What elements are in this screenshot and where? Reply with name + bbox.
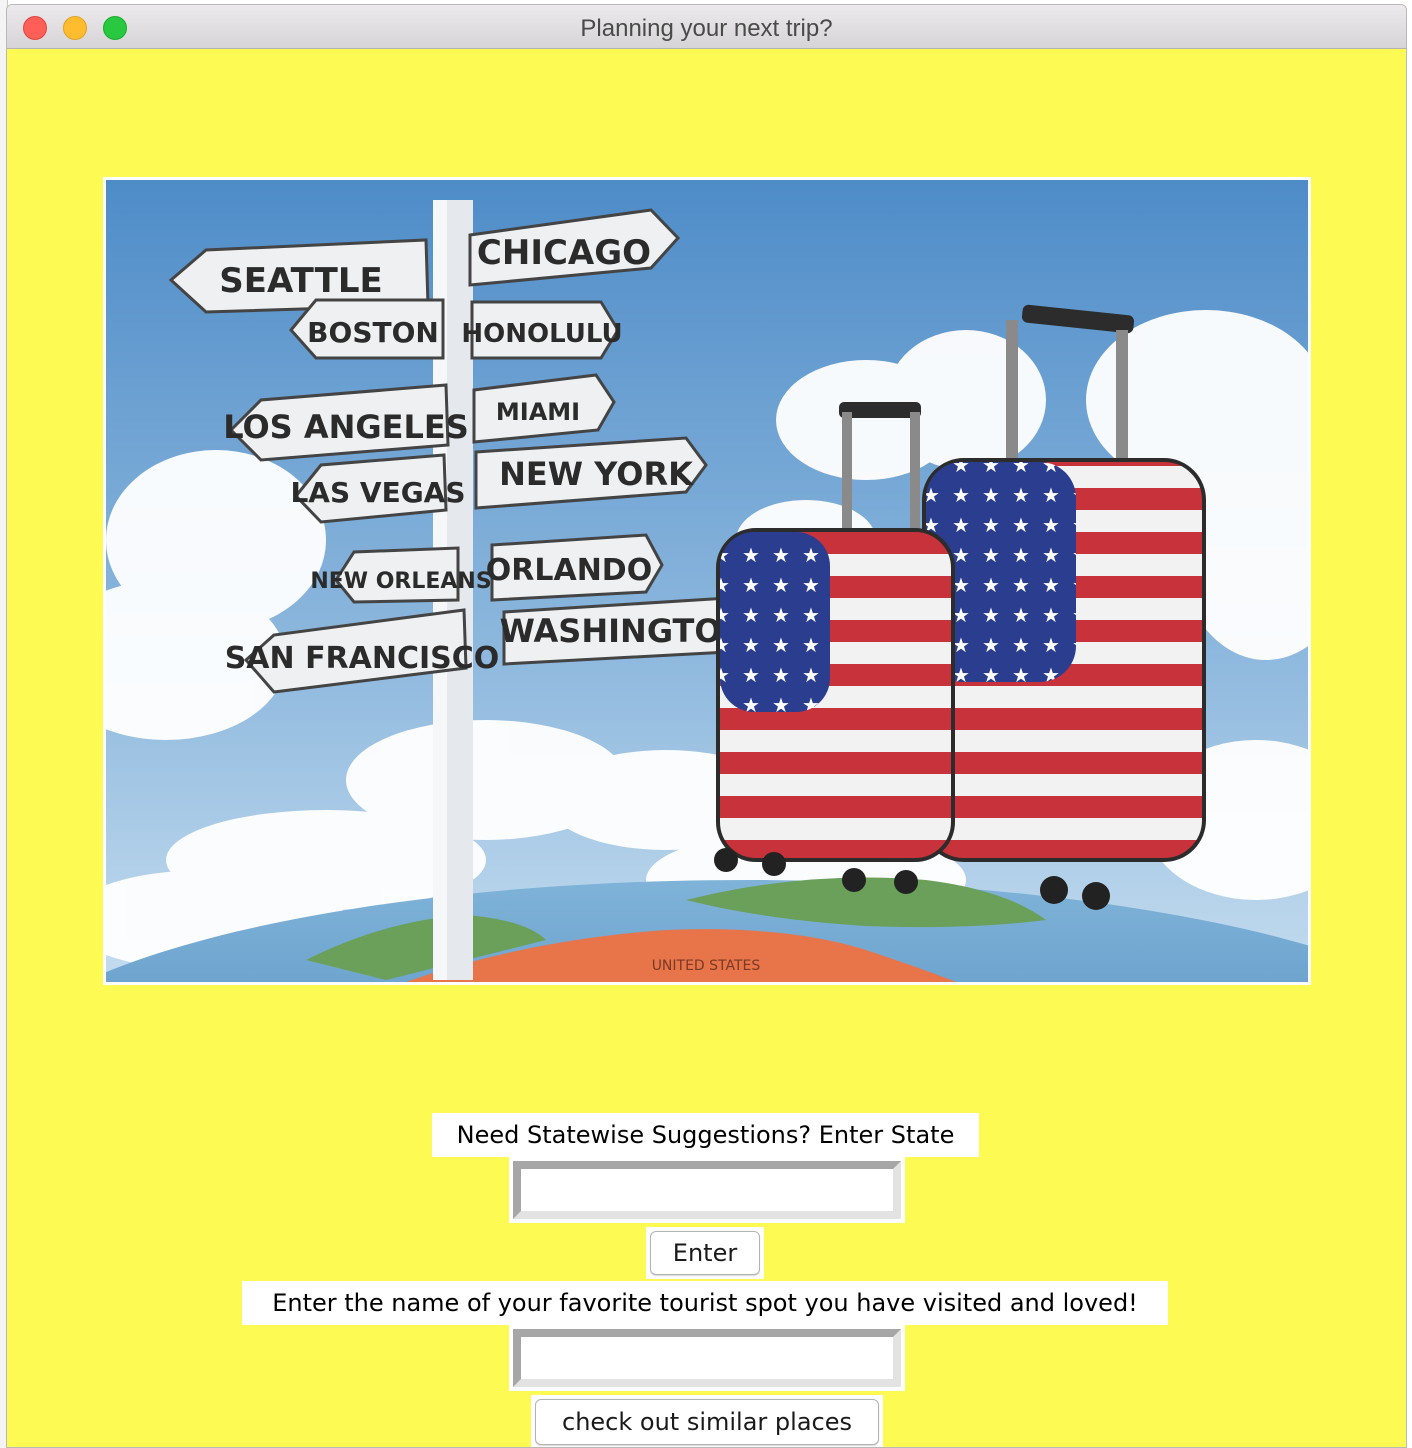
- favorite-input-wrapper: [509, 1325, 905, 1391]
- travel-hero-image: ★: [103, 177, 1311, 985]
- enter-button[interactable]: Enter: [650, 1231, 760, 1275]
- svg-text:SAN FRANCISCO: SAN FRANCISCO: [225, 641, 500, 676]
- similar-places-button-wrapper: check out similar places: [531, 1395, 883, 1447]
- globe-label: UNITED STATES: [652, 958, 761, 974]
- svg-text:MIAMI: MIAMI: [496, 398, 580, 426]
- state-input-frame: [513, 1161, 901, 1219]
- state-suggestion-label: Need Statewise Suggestions? Enter State: [432, 1113, 979, 1157]
- state-input[interactable]: [521, 1169, 893, 1211]
- svg-text:LAS VEGAS: LAS VEGAS: [290, 476, 465, 509]
- svg-text:CHICAGO: CHICAGO: [477, 233, 651, 273]
- state-input-wrapper: [509, 1157, 905, 1223]
- favorite-spot-input[interactable]: [521, 1337, 893, 1379]
- svg-text:HONOLULU: HONOLULU: [461, 319, 622, 349]
- favorite-spot-label: Enter the name of your favorite tourist …: [242, 1281, 1168, 1325]
- title-bar: Planning your next trip?: [7, 5, 1406, 49]
- enter-button-wrapper: Enter: [646, 1227, 764, 1279]
- travel-illustration: ★: [106, 180, 1308, 982]
- svg-text:BOSTON: BOSTON: [307, 316, 439, 349]
- favorite-input-frame: [513, 1329, 901, 1387]
- app-window: Planning your next trip? SEATTLE CHICAGO…: [6, 4, 1407, 1448]
- svg-text:ORLANDO: ORLANDO: [486, 553, 652, 588]
- svg-text:NEW YORK: NEW YORK: [499, 455, 694, 493]
- svg-text:NEW ORLEANS: NEW ORLEANS: [310, 569, 491, 594]
- svg-text:LOS ANGELES: LOS ANGELES: [223, 408, 469, 446]
- window-title: Planning your next trip?: [580, 15, 833, 42]
- svg-text:WASHINGTON: WASHINGTON: [500, 612, 749, 650]
- check-similar-places-button[interactable]: check out similar places: [535, 1399, 879, 1445]
- svg-text:SEATTLE: SEATTLE: [219, 261, 382, 301]
